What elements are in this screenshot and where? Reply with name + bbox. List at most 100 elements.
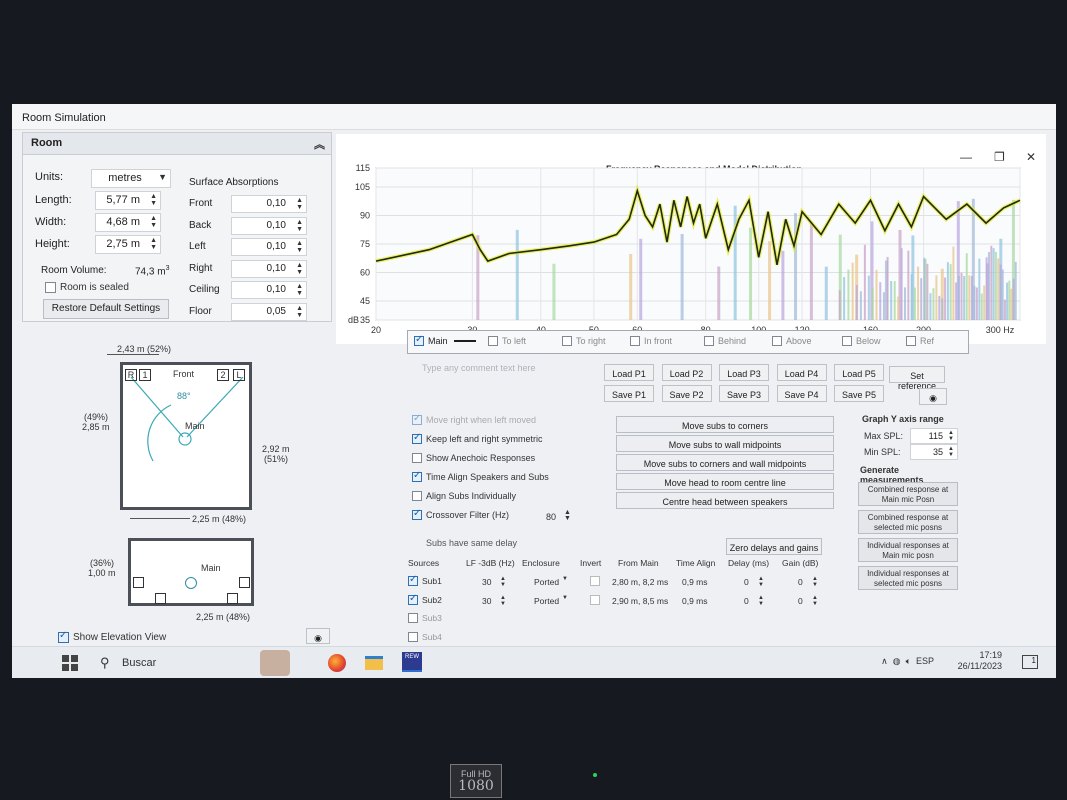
option-checkbox[interactable]: Crossover Filter (Hz) bbox=[412, 508, 509, 520]
frequency-chart[interactable]: 1151059075604535dB2030405060801001201602… bbox=[336, 154, 1036, 344]
load-p4-button[interactable]: Load P4 bbox=[776, 364, 827, 381]
checkbox-icon[interactable] bbox=[842, 336, 852, 346]
checkbox-icon[interactable] bbox=[412, 491, 422, 501]
spinner-icon[interactable]: ▲ ▼ bbox=[500, 595, 506, 607]
taskbar-clock[interactable]: 17:19 26/11/2023 bbox=[958, 650, 1002, 672]
save-p3-button[interactable]: Save P3 bbox=[719, 385, 769, 402]
room-plan-view[interactable]: R 1 2 L Front 88° Main bbox=[120, 362, 252, 510]
surface-ceiling-input[interactable]: 0,10 ▲ ▼ bbox=[231, 281, 307, 299]
width-input[interactable]: 4,68 m ▲ ▼ bbox=[95, 213, 161, 232]
spinner-icon[interactable]: ▲ ▼ bbox=[150, 215, 157, 229]
checkbox-icon[interactable] bbox=[412, 432, 422, 444]
spinner-icon[interactable]: ▲ ▼ bbox=[296, 305, 303, 319]
spinner-icon[interactable]: ▲ ▼ bbox=[812, 595, 818, 607]
min-spl-input[interactable]: 35 ▲ ▼ bbox=[910, 444, 958, 460]
invert-checkbox[interactable] bbox=[590, 594, 600, 605]
speaker-icon[interactable] bbox=[239, 577, 250, 588]
crossover-value[interactable]: 80 bbox=[546, 512, 556, 522]
people-widget[interactable] bbox=[260, 650, 290, 676]
source-sub4-checkbox[interactable]: Sub4 bbox=[408, 631, 442, 642]
save-p5-button[interactable]: Save P5 bbox=[834, 385, 884, 402]
spinner-icon[interactable]: ▲ ▼ bbox=[564, 509, 571, 522]
set-reference-button[interactable]: Set reference bbox=[889, 366, 945, 391]
source-sub2-checkbox[interactable]: Sub2 bbox=[408, 593, 442, 605]
max-spl-input[interactable]: 115 ▲ ▼ bbox=[910, 428, 958, 444]
legend-to-left-checkbox[interactable]: To left bbox=[488, 336, 526, 346]
speaker-l-icon[interactable]: L bbox=[233, 369, 245, 381]
legend-below-checkbox[interactable]: Below bbox=[842, 336, 881, 346]
save-p2-button[interactable]: Save P2 bbox=[661, 385, 712, 402]
generate-button[interactable]: Combined response at Main mic Posn bbox=[858, 482, 958, 506]
speaker-volume-icon[interactable]: 🔈︎ bbox=[906, 656, 911, 666]
checkbox-icon[interactable] bbox=[408, 613, 418, 623]
spinner-icon[interactable]: ▲ ▼ bbox=[150, 193, 157, 207]
sub-icon[interactable] bbox=[227, 593, 238, 604]
taskbar-search[interactable]: ⚲ Buscar bbox=[92, 652, 252, 675]
checkbox-icon[interactable] bbox=[412, 413, 422, 425]
legend-above-checkbox[interactable]: Above bbox=[772, 336, 812, 346]
save-p4-button[interactable]: Save P4 bbox=[776, 385, 827, 402]
gain-input[interactable]: 0 bbox=[798, 577, 803, 587]
speaker-r-icon[interactable]: R bbox=[125, 369, 137, 381]
surface-back-input[interactable]: 0,10 ▲ ▼ bbox=[231, 216, 307, 235]
chevron-up-icon[interactable]: ∧ bbox=[881, 656, 888, 666]
spinner-icon[interactable]: ▲ ▼ bbox=[500, 576, 506, 588]
checkbox-icon[interactable] bbox=[58, 630, 69, 643]
option-checkbox[interactable]: Show Anechoic Responses bbox=[412, 453, 535, 463]
checkbox-icon[interactable] bbox=[772, 336, 782, 346]
comment-input[interactable]: Type any comment text here bbox=[422, 360, 602, 378]
spinner-icon[interactable]: ▲ ▼ bbox=[150, 237, 157, 251]
restore-defaults-button[interactable]: Restore Default Settings bbox=[43, 299, 169, 319]
globe-icon[interactable]: ◍ bbox=[893, 656, 901, 666]
rew-app-icon[interactable]: REW bbox=[402, 652, 422, 672]
spinner-icon[interactable]: ▲ ▼ bbox=[296, 240, 303, 254]
checkbox-icon[interactable] bbox=[412, 470, 422, 482]
generate-button[interactable]: Individual responses at Main mic posn bbox=[858, 538, 958, 562]
checkbox-icon[interactable] bbox=[408, 631, 418, 642]
option-checkbox[interactable]: Move right when left moved bbox=[412, 413, 536, 425]
start-button[interactable] bbox=[62, 655, 78, 671]
checkbox-icon[interactable] bbox=[488, 336, 498, 346]
spinner-icon[interactable]: ▲ ▼ bbox=[296, 283, 303, 297]
spinner-icon[interactable]: ▲ ▼ bbox=[758, 595, 764, 607]
legend-behind-checkbox[interactable]: Behind bbox=[704, 336, 746, 346]
surface-right-input[interactable]: 0,10 ▲ ▼ bbox=[231, 259, 307, 278]
speaker-icon[interactable] bbox=[133, 577, 144, 588]
lf-input[interactable]: 30 bbox=[482, 577, 491, 587]
firefox-icon[interactable] bbox=[328, 654, 346, 672]
option-checkbox[interactable]: Align Subs Individually bbox=[412, 491, 516, 501]
legend-to-right-checkbox[interactable]: To right bbox=[562, 336, 606, 346]
checkbox-icon[interactable] bbox=[630, 336, 640, 346]
checkbox-icon[interactable] bbox=[704, 336, 714, 346]
action-button[interactable]: Centre head between speakers bbox=[616, 492, 834, 509]
camera-button[interactable]: ◉ bbox=[306, 628, 330, 644]
spinner-icon[interactable]: ▲ ▼ bbox=[948, 446, 954, 458]
checkbox-icon[interactable] bbox=[45, 282, 56, 293]
speaker-2-icon[interactable]: 2 bbox=[217, 369, 229, 381]
spinner-icon[interactable]: ▲ ▼ bbox=[758, 576, 764, 588]
load-p1-button[interactable]: Load P1 bbox=[604, 364, 654, 381]
surface-floor-input[interactable]: 0,05 ▲ ▼ bbox=[231, 302, 307, 321]
collapse-icon[interactable]: ︽ bbox=[314, 136, 325, 152]
length-input[interactable]: 5,77 m ▲ ▼ bbox=[95, 191, 161, 210]
surface-front-input[interactable]: 0,10 ▲ ▼ bbox=[231, 195, 307, 213]
action-button[interactable]: Move subs to corners and wall midpoints bbox=[616, 454, 834, 471]
dropdown-arrow-icon[interactable]: ▼ bbox=[562, 595, 568, 601]
checkbox-icon[interactable] bbox=[412, 508, 422, 520]
notification-icon[interactable]: 1 bbox=[1022, 655, 1038, 669]
legend-ref-checkbox[interactable]: Ref bbox=[906, 336, 934, 346]
load-p2-button[interactable]: Load P2 bbox=[661, 364, 712, 381]
checkbox-icon[interactable] bbox=[408, 593, 418, 605]
option-checkbox[interactable]: Time Align Speakers and Subs bbox=[412, 470, 549, 482]
checkbox-icon[interactable] bbox=[906, 336, 916, 346]
spinner-icon[interactable]: ▲ ▼ bbox=[296, 219, 303, 233]
zero-delays-button[interactable]: Zero delays and gains bbox=[726, 538, 822, 555]
height-input[interactable]: 2,75 m ▲ ▼ bbox=[95, 235, 161, 254]
checkbox-icon[interactable] bbox=[408, 574, 418, 586]
load-p3-button[interactable]: Load P3 bbox=[719, 364, 769, 381]
spinner-icon[interactable]: ▲ ▼ bbox=[812, 576, 818, 588]
save-p1-button[interactable]: Save P1 bbox=[604, 385, 654, 402]
surface-left-input[interactable]: 0,10 ▲ ▼ bbox=[231, 238, 307, 256]
file-explorer-icon[interactable] bbox=[365, 656, 383, 670]
generate-button[interactable]: Individual responses at selected mic pos… bbox=[858, 566, 958, 590]
